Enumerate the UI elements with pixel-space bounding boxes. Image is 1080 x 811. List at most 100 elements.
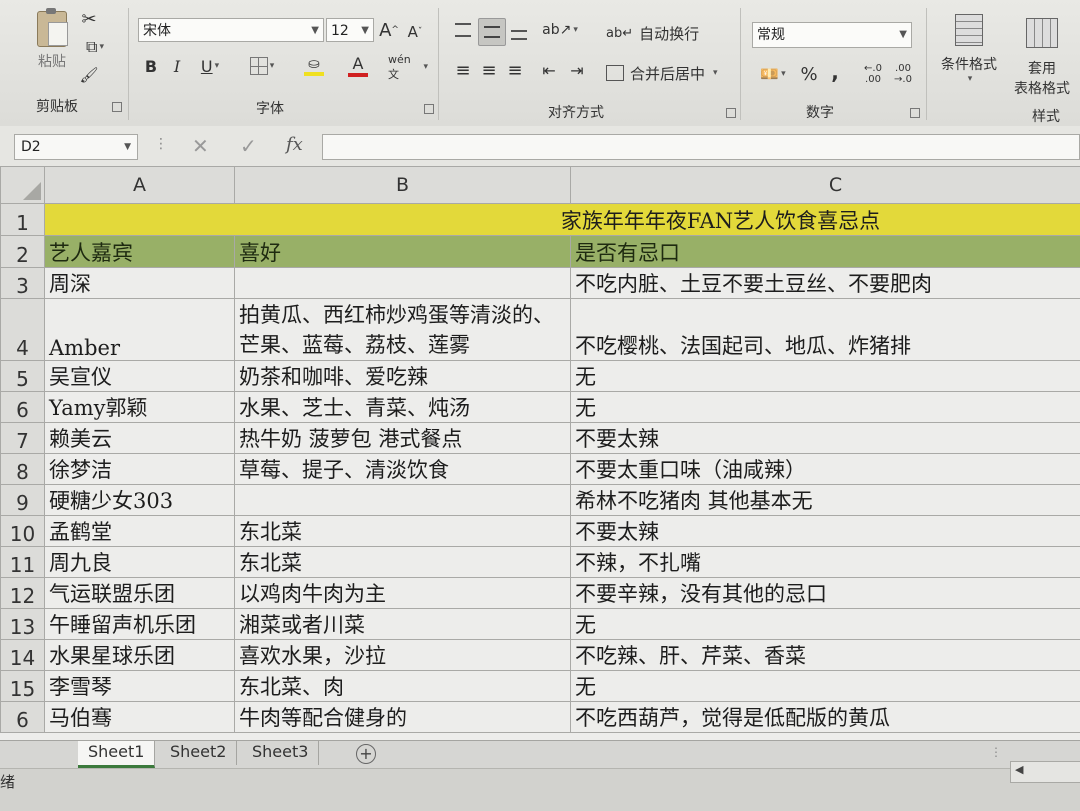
row-header[interactable]: 8 xyxy=(1,454,45,485)
cell-likes[interactable] xyxy=(235,485,571,516)
cell-restrictions[interactable]: 不辣，不扎嘴 xyxy=(571,547,1080,578)
fill-color-button[interactable]: ⛀ xyxy=(294,54,334,78)
accounting-format-button[interactable]: 💴▾ xyxy=(754,62,792,86)
cell-likes[interactable]: 东北菜、肉 xyxy=(235,671,571,702)
row-header[interactable]: 3 xyxy=(1,268,45,299)
bold-button[interactable]: B xyxy=(140,54,162,78)
align-center-button[interactable]: ≡ xyxy=(478,58,500,82)
cell-restrictions[interactable]: 无 xyxy=(571,671,1080,702)
align-right-button[interactable]: ≡ xyxy=(504,58,526,82)
row-header[interactable]: 12 xyxy=(1,578,45,609)
cell-artist[interactable]: 周深 xyxy=(45,268,235,299)
cell-restrictions[interactable]: 无 xyxy=(571,609,1080,640)
cell-artist[interactable]: 徐梦洁 xyxy=(45,454,235,485)
add-sheet-button[interactable]: + xyxy=(356,744,376,764)
format-as-table-button[interactable]: 套用 表格格式 xyxy=(1004,18,1080,98)
cell-likes[interactable] xyxy=(235,268,571,299)
row-header[interactable]: 2 xyxy=(1,236,45,268)
tab-sheet1[interactable]: Sheet1 xyxy=(78,741,155,768)
row-header[interactable]: 15 xyxy=(1,671,45,702)
formula-input[interactable] xyxy=(322,134,1080,160)
decrease-indent-button[interactable]: ⇤ xyxy=(538,58,560,82)
cell-likes[interactable]: 东北菜 xyxy=(235,547,571,578)
cell-restrictions[interactable]: 不要太辣 xyxy=(571,516,1080,547)
comma-button[interactable]: , xyxy=(826,60,844,84)
column-header-c[interactable]: C xyxy=(571,167,1080,204)
row-header[interactable]: 11 xyxy=(1,547,45,578)
cell-likes[interactable]: 牛肉等配合健身的 xyxy=(235,702,571,733)
cut-button[interactable]: ✂ xyxy=(78,8,100,30)
align-top-button[interactable] xyxy=(452,18,474,42)
row-header[interactable]: 13 xyxy=(1,609,45,640)
column-header-a[interactable]: A xyxy=(45,167,235,204)
borders-button[interactable]: ▾ xyxy=(244,54,280,78)
cell-artist[interactable]: 午睡留声机乐团 xyxy=(45,609,235,640)
column-header-b[interactable]: B xyxy=(235,167,571,204)
phonetic-button[interactable]: wén 文▾ xyxy=(388,54,428,80)
cell-artist[interactable]: 赖美云 xyxy=(45,423,235,454)
align-bottom-button[interactable] xyxy=(508,18,530,42)
cell-artist[interactable]: 水果星球乐团 xyxy=(45,640,235,671)
cancel-entry-icon[interactable]: ✕ xyxy=(192,134,209,158)
header-cell-artist[interactable]: 艺人嘉宾 xyxy=(45,236,235,268)
wrap-text-button[interactable]: ab↵ 自动换行 xyxy=(606,20,706,46)
tab-resize-handle[interactable]: ⋮ xyxy=(990,745,1002,759)
header-cell-restrictions[interactable]: 是否有忌口 xyxy=(571,236,1080,268)
font-size-combo[interactable]: 12 ▼ xyxy=(326,18,374,42)
row-header[interactable]: 6 xyxy=(1,392,45,423)
grow-font-button[interactable]: A^ xyxy=(378,18,400,42)
cell-likes[interactable]: 喜欢水果，沙拉 xyxy=(235,640,571,671)
percent-button[interactable]: % xyxy=(798,62,820,86)
font-name-combo[interactable]: 宋体 ▼ xyxy=(138,18,324,42)
font-color-button[interactable]: A xyxy=(338,54,378,78)
row-header[interactable]: 6 xyxy=(1,702,45,733)
cell-restrictions[interactable]: 希林不吃猪肉 其他基本无 xyxy=(571,485,1080,516)
cell-artist[interactable]: 吴宣仪 xyxy=(45,361,235,392)
cell-restrictions[interactable]: 不吃辣、肝、芹菜、香菜 xyxy=(571,640,1080,671)
conditional-format-button[interactable]: 条件格式 ▾ xyxy=(934,14,1004,94)
row-header[interactable]: 9 xyxy=(1,485,45,516)
copy-button[interactable]: ⧉▾ xyxy=(78,36,112,58)
cell-restrictions[interactable]: 不要辛辣，没有其他的忌口 xyxy=(571,578,1080,609)
font-launcher-icon[interactable] xyxy=(424,104,434,114)
paste-button[interactable]: 粘贴 xyxy=(30,10,74,72)
align-middle-button[interactable] xyxy=(478,18,506,46)
row-header[interactable]: 14 xyxy=(1,640,45,671)
cell-likes[interactable]: 水果、芝士、青菜、炖汤 xyxy=(235,392,571,423)
cell-likes[interactable]: 拍黄瓜、西红柿炒鸡蛋等清淡的、芒果、蓝莓、荔枝、莲雾 xyxy=(235,299,571,361)
scroll-left-icon[interactable]: ◀ xyxy=(1015,763,1023,776)
alignment-launcher-icon[interactable] xyxy=(726,108,736,118)
clipboard-launcher-icon[interactable] xyxy=(112,102,122,112)
cell-restrictions[interactable]: 不要太辣 xyxy=(571,423,1080,454)
row-header[interactable]: 5 xyxy=(1,361,45,392)
orientation-button[interactable]: ab↗▾ xyxy=(542,18,578,42)
name-box[interactable]: D2 ▼ xyxy=(14,134,138,160)
cell-artist[interactable]: 李雪琴 xyxy=(45,671,235,702)
cell-artist[interactable]: 硬糖少女303 xyxy=(45,485,235,516)
cell-restrictions[interactable]: 不要太重口味（油咸辣） xyxy=(571,454,1080,485)
row-header[interactable]: 7 xyxy=(1,423,45,454)
insert-function-icon[interactable]: fx xyxy=(286,134,303,155)
title-cell[interactable]: 家族年年年夜FAN艺人饮食喜忌点 xyxy=(45,204,1080,236)
row-header[interactable]: 1 xyxy=(1,204,45,236)
cell-restrictions[interactable]: 不吃樱桃、法国起司、地瓜、炸猪排 xyxy=(571,299,1080,361)
cell-likes[interactable]: 湘菜或者川菜 xyxy=(235,609,571,640)
cell-likes[interactable]: 以鸡肉牛肉为主 xyxy=(235,578,571,609)
cell-likes[interactable]: 奶茶和咖啡、爱吃辣 xyxy=(235,361,571,392)
tab-sheet3[interactable]: Sheet3 xyxy=(242,741,319,765)
cell-artist[interactable]: 孟鹤堂 xyxy=(45,516,235,547)
number-format-combo[interactable]: 常规 ▼ xyxy=(752,22,912,48)
tab-sheet2[interactable]: Sheet2 xyxy=(160,741,237,765)
italic-button[interactable]: I xyxy=(166,54,188,78)
row-header[interactable]: 10 xyxy=(1,516,45,547)
format-painter-button[interactable]: 🖌 xyxy=(78,64,100,86)
cell-likes[interactable]: 东北菜 xyxy=(235,516,571,547)
cell-restrictions[interactable]: 无 xyxy=(571,392,1080,423)
horizontal-scrollbar[interactable]: ◀ xyxy=(1010,761,1080,783)
cell-artist[interactable]: Yamy郭颖 xyxy=(45,392,235,423)
cell-artist[interactable]: 周九良 xyxy=(45,547,235,578)
cell-likes[interactable]: 热牛奶 菠萝包 港式餐点 xyxy=(235,423,571,454)
cell-restrictions[interactable]: 不吃西葫芦，觉得是低配版的黄瓜 xyxy=(571,702,1080,733)
underline-button[interactable]: U▾ xyxy=(192,54,228,78)
align-left-button[interactable]: ≡ xyxy=(452,58,474,82)
